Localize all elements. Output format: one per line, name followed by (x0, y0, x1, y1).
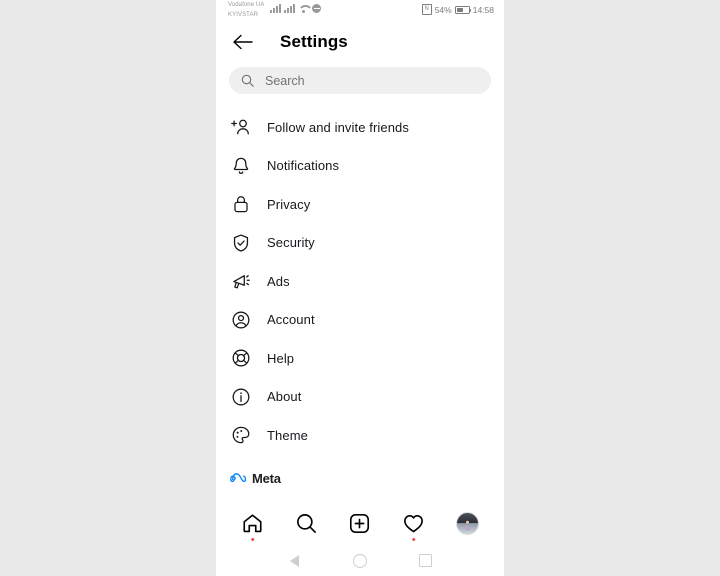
page-header: Settings (216, 22, 504, 62)
circle-home-icon (352, 553, 367, 568)
page-title: Settings (280, 32, 348, 51)
phone-screen: Vodafone UA KYIVSTAR N 54% 14:58 Setting… (216, 0, 504, 576)
search-icon (296, 513, 316, 533)
battery-percent-label: 54% (434, 4, 452, 15)
heart-icon (404, 514, 424, 532)
home-badge-dot (251, 537, 255, 541)
avatar (455, 511, 479, 535)
search-icon (241, 74, 254, 87)
settings-item-security[interactable]: Security (216, 224, 504, 263)
bottom-navigation (216, 501, 504, 545)
carrier-line-2: KYIVSTAR (228, 12, 259, 18)
life-ring-icon (230, 347, 252, 369)
status-icons (270, 4, 321, 13)
meta-label: Meta (252, 470, 281, 486)
nav-search-button[interactable] (289, 506, 323, 540)
signal-bars-icon-2 (284, 4, 295, 13)
palette-icon (230, 424, 252, 446)
android-recents-button[interactable] (412, 548, 438, 574)
home-icon (243, 513, 262, 532)
settings-item-privacy[interactable]: Privacy (216, 185, 504, 224)
plus-square-icon (350, 513, 370, 533)
nav-home-button[interactable] (236, 506, 270, 541)
settings-item-label: Theme (267, 427, 308, 443)
clock-label: 14:58 (472, 4, 494, 15)
search-input[interactable]: Search (229, 67, 491, 94)
settings-item-label: Account (267, 312, 315, 328)
screenshot-root: Vodafone UA KYIVSTAR N 54% 14:58 Setting… (0, 0, 720, 576)
nav-activity-button[interactable] (397, 506, 431, 541)
meta-branding: Meta (216, 471, 504, 486)
android-home-button[interactable] (347, 548, 373, 574)
settings-item-label: Privacy (267, 196, 311, 212)
triangle-back-icon (290, 554, 300, 567)
nfc-icon: N (421, 4, 432, 15)
settings-item-label: Follow and invite friends (267, 119, 409, 135)
settings-item-help[interactable]: Help (216, 339, 504, 378)
settings-item-about[interactable]: About (216, 378, 504, 417)
do-not-disturb-icon (312, 4, 321, 13)
settings-item-label: Notifications (267, 158, 340, 174)
settings-item-label: About (267, 389, 302, 405)
person-circle-icon (230, 309, 252, 331)
settings-item-label: Security (267, 235, 315, 251)
settings-item-ads[interactable]: Ads (216, 262, 504, 301)
back-button[interactable] (230, 29, 256, 55)
activity-badge-dot (411, 537, 416, 541)
carrier-line-1: Vodafone UA (228, 2, 265, 8)
lock-icon (230, 193, 252, 215)
nav-create-button[interactable] (343, 506, 377, 540)
megaphone-icon (230, 270, 252, 292)
settings-item-label: Ads (267, 273, 290, 289)
nav-profile-button[interactable] (450, 506, 484, 540)
status-bar: Vodafone UA KYIVSTAR N 54% 14:58 (216, 0, 504, 22)
carrier-label: Vodafone UA KYIVSTAR (228, 1, 264, 19)
settings-item-label: Help (267, 350, 295, 366)
bell-icon (230, 155, 252, 177)
wifi-icon (298, 4, 309, 13)
settings-item-follow-and-invite-friends[interactable]: Follow and invite friends (216, 108, 504, 147)
search-placeholder: Search (265, 73, 305, 88)
person-add-icon (230, 116, 252, 138)
search-container: Search (216, 62, 504, 94)
settings-item-theme[interactable]: Theme (216, 416, 504, 455)
info-circle-icon (230, 386, 252, 408)
settings-item-account[interactable]: Account (216, 301, 504, 340)
android-navigation-bar (216, 545, 504, 576)
settings-list: Follow and invite friends Notifications (216, 94, 504, 455)
settings-item-notifications[interactable]: Notifications (216, 147, 504, 186)
signal-bars-icon-1 (270, 4, 281, 13)
square-recents-icon (418, 554, 432, 567)
status-bar-right: N 54% 14:58 (421, 4, 494, 15)
android-back-button[interactable] (282, 548, 308, 574)
shield-check-icon (230, 232, 252, 254)
battery-icon (454, 5, 472, 14)
arrow-left-icon (233, 34, 253, 50)
meta-infinity-icon (230, 473, 246, 483)
